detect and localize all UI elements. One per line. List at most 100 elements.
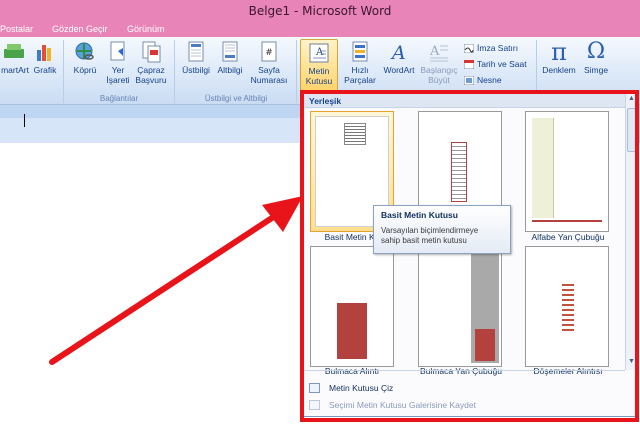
links-group-label: Bağlantılar <box>99 94 139 103</box>
text-box-button[interactable]: A Metin Kutusu <box>300 39 338 93</box>
tooltip-description-line-2: sahip basit metin kutusu <box>381 236 467 245</box>
equation-label: Denklem <box>542 65 576 75</box>
bookmark-icon <box>110 41 125 61</box>
group-separator <box>63 40 64 103</box>
svg-text:A: A <box>429 44 440 59</box>
thumbnail-preview <box>337 303 367 359</box>
draw-text-box-label: Metin Kutusu Çiz <box>329 383 394 393</box>
header-footer-group-label: Üstbilgi ve Altbilgi <box>204 94 268 103</box>
cross-reference-button[interactable]: Çapraz Başvuru <box>134 41 168 85</box>
text-box-label-1: Metin <box>308 66 330 76</box>
quick-parts-button[interactable]: Hızlı Parçalar <box>340 41 380 85</box>
gallery-item-label: Döşemeler Alıntısı <box>533 366 603 376</box>
tooltip: Basit Metin Kutusu Varsayılan biçimlendi… <box>373 205 511 254</box>
tooltip-description: Varsayılan biçimlendirmeye sahip basit m… <box>381 226 503 246</box>
draw-text-box-menu-item[interactable]: Metin Kutusu Çiz <box>303 380 625 396</box>
save-selection-label: Seçimi Metin Kutusu Galerisine Kaydet <box>329 400 476 410</box>
scroll-up-icon[interactable]: ▲ <box>627 95 636 105</box>
group-separator <box>174 40 175 103</box>
globe-link-icon <box>75 42 94 60</box>
quick-parts-icon <box>352 41 368 62</box>
header-label: Üstbilgi <box>182 65 210 75</box>
gallery-item-puzzle-sidebar[interactable] <box>418 246 502 367</box>
save-selection-icon <box>309 400 320 410</box>
text-box-gallery: Yerleşik Basit Metin Ku Alfabe Yan Çubuğ… <box>302 93 636 417</box>
tab-view[interactable]: Görünüm <box>127 24 165 34</box>
svg-text:A: A <box>390 42 406 63</box>
header-button[interactable]: Üstbilgi <box>178 41 214 75</box>
chart-icon <box>37 45 51 61</box>
gallery-item-alphabet-sidebar[interactable] <box>525 111 609 232</box>
drop-cap-label-2: Büyüt <box>428 75 450 85</box>
pi-icon: π <box>551 38 567 66</box>
calendar-icon <box>464 60 474 70</box>
equation-button[interactable]: π Denklem <box>540 39 578 75</box>
gallery-item-label: Alfabe Yan Çubuğu <box>531 232 605 242</box>
signature-line-button[interactable]: İmza Satırı <box>464 43 519 54</box>
footer-icon <box>222 41 238 62</box>
gallery-scrollbar[interactable]: ▲ ▼ <box>625 94 636 370</box>
wordart-label: WordArt <box>383 65 415 75</box>
signature-icon <box>464 44 474 54</box>
scrollbar-thumb[interactable] <box>627 108 636 152</box>
tab-review[interactable]: Gözden Geçir <box>52 24 108 34</box>
ribbon-tab-bar: Postalar Gözden Geçir Görünüm <box>0 22 640 37</box>
quick-parts-label-1: Hızlı <box>351 65 369 75</box>
bookmark-label-1: Yer <box>111 65 125 75</box>
gallery-item-label: Bulmaca Alıntı <box>324 366 380 376</box>
save-selection-menu-item[interactable]: Seçimi Metin Kutusu Galerisine Kaydet <box>303 397 625 413</box>
thumbnail-preview <box>451 142 467 202</box>
drop-cap-button[interactable]: A Başlangıç Büyüt <box>418 41 460 85</box>
title-bar: Belge1 - Microsoft Word <box>0 0 640 22</box>
signature-line-label: İmza Satırı <box>477 43 519 53</box>
object-icon <box>464 76 474 86</box>
text-box-icon: A <box>309 43 329 63</box>
gallery-section-header: Yerleşik <box>303 94 625 108</box>
cross-reference-label-2: Başvuru <box>135 75 167 85</box>
page-number-button[interactable]: # Sayfa Numarası <box>248 41 290 85</box>
page-number-label-2: Numarası <box>250 75 288 85</box>
gallery-item-puzzle-quote[interactable] <box>310 246 394 367</box>
scroll-down-icon[interactable]: ▼ <box>627 358 636 368</box>
drop-cap-label-1: Başlangıç <box>420 65 458 75</box>
thumbnail-preview <box>344 123 366 145</box>
omega-icon: Ω <box>586 39 606 64</box>
text-box-label-2: Kutusu <box>305 76 333 86</box>
hyperlink-button[interactable]: Köprü <box>69 41 101 75</box>
header-icon <box>188 41 204 62</box>
object-label: Nesne <box>477 75 502 85</box>
cross-reference-icon <box>142 41 161 63</box>
hyperlink-label: Köprü <box>73 65 97 75</box>
chart-label: Grafik <box>33 65 57 75</box>
footer-label: Altbilgi <box>217 65 243 75</box>
quick-parts-label-2: Parçalar <box>344 75 376 85</box>
date-time-label: Tarih ve Saat <box>477 59 527 69</box>
object-button[interactable]: Nesne <box>464 75 502 86</box>
date-time-button[interactable]: Tarih ve Saat <box>464 59 527 70</box>
tab-mailings[interactable]: Postalar <box>0 24 33 34</box>
bookmark-label-2: İşareti <box>106 75 130 85</box>
smartart-label: martArt <box>1 65 29 75</box>
wordart-icon: A <box>390 42 406 63</box>
cross-reference-label-1: Çapraz <box>137 65 165 75</box>
tooltip-description-line-1: Varsayılan biçimlendirmeye <box>381 226 479 235</box>
group-separator <box>296 40 297 103</box>
symbol-button[interactable]: Ω Simge <box>579 39 613 75</box>
page-number-icon: # <box>261 41 277 62</box>
chart-button[interactable]: Grafik <box>31 41 59 75</box>
page-number-label-1: Sayfa <box>258 65 280 75</box>
smartart-icon <box>4 44 24 58</box>
smartart-button[interactable]: martArt <box>0 41 30 75</box>
thumbnail-preview <box>532 118 554 218</box>
wordart-button[interactable]: A WordArt <box>380 41 418 75</box>
gallery-item-tiles-quote[interactable] <box>525 246 609 367</box>
footer-button[interactable]: Altbilgi <box>214 41 246 75</box>
text-cursor <box>24 114 25 127</box>
svg-text:A: A <box>315 47 324 58</box>
symbol-label: Simge <box>583 65 609 75</box>
bookmark-button[interactable]: Yer İşareti <box>102 41 134 85</box>
draw-text-box-icon <box>309 383 320 393</box>
thumbnail-preview <box>562 281 574 331</box>
gallery-item-label: Bulmaca Yan Çubuğu <box>420 366 502 376</box>
svg-text:#: # <box>265 48 273 58</box>
